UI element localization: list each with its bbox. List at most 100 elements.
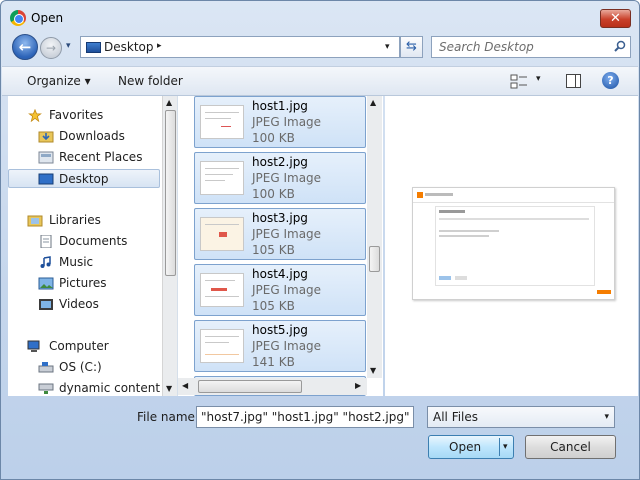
file-tile[interactable]: host1.jpg JPEG Image 100 KB	[194, 96, 366, 148]
libraries-icon	[27, 215, 43, 227]
close-button[interactable]: ✕	[600, 9, 631, 28]
search-input[interactable]: Search Desktop	[439, 40, 534, 54]
file-type: JPEG Image	[252, 227, 322, 241]
file-type: JPEG Image	[252, 115, 322, 129]
network-drive-icon	[38, 383, 54, 394]
file-name: host4.jpg	[252, 267, 308, 281]
forward-button[interactable]: →	[40, 37, 62, 59]
scroll-up-icon[interactable]: ▲	[166, 98, 172, 107]
sidebar-label: Favorites	[49, 108, 104, 122]
search-box[interactable]: Search Desktop	[431, 36, 631, 58]
back-button[interactable]: ←	[12, 34, 38, 60]
view-dropdown-icon[interactable]: ▾	[536, 74, 541, 84]
new-folder-button[interactable]: New folder	[118, 74, 183, 88]
navigation-pane: Favorites Downloads Recent Places Deskto…	[8, 96, 178, 396]
file-type: JPEG Image	[252, 283, 322, 297]
window-title: Open	[31, 11, 64, 25]
address-location[interactable]: Desktop	[104, 40, 154, 54]
breadcrumb-arrow-icon[interactable]: ▸	[157, 41, 162, 51]
file-thumbnail	[200, 273, 244, 307]
file-name: host3.jpg	[252, 211, 308, 225]
file-name-label: File name:	[137, 410, 199, 424]
drive-icon	[38, 362, 54, 373]
scroll-up-icon[interactable]: ▲	[370, 98, 376, 107]
sidebar-item-network-drive[interactable]: dynamic content (\	[8, 379, 173, 398]
open-options-dropdown-icon[interactable]: ▾	[503, 436, 508, 458]
sidebar-item-pictures[interactable]: Pictures	[8, 274, 160, 293]
navigation-scrollbar[interactable]: ▲ ▼	[162, 96, 177, 396]
open-button-label: Open	[449, 440, 482, 454]
desktop-icon	[86, 42, 101, 53]
sidebar-item-music[interactable]: Music	[8, 253, 160, 272]
recent-places-icon	[38, 151, 54, 164]
file-thumbnail	[200, 217, 244, 251]
star-icon	[28, 109, 42, 122]
videos-icon	[39, 299, 53, 310]
file-size: 100 KB	[252, 187, 295, 201]
scroll-thumb[interactable]	[165, 110, 176, 276]
command-bar: Organize ▾ New folder ▾ ?	[2, 66, 638, 96]
file-name-input[interactable]: "host7.jpg" "host1.jpg" "host2.jpg" "h	[196, 406, 414, 428]
file-name: host1.jpg	[252, 99, 308, 113]
chevron-down-icon[interactable]: ▾	[604, 407, 609, 427]
file-list: host1.jpg JPEG Image 100 KB host2.jpg JP…	[178, 96, 383, 396]
pictures-icon	[38, 277, 54, 290]
cancel-button[interactable]: Cancel	[525, 435, 616, 459]
address-dropdown-icon[interactable]: ▾	[385, 42, 390, 52]
scroll-right-icon[interactable]: ▶	[355, 381, 361, 390]
horizontal-scrollbar[interactable]: ◀ ▶	[178, 378, 367, 395]
organize-button[interactable]: Organize ▾	[27, 74, 91, 88]
scroll-thumb[interactable]	[198, 380, 302, 393]
file-tile[interactable]: host2.jpg JPEG Image 100 KB	[194, 152, 366, 204]
sidebar-item-videos[interactable]: Videos	[8, 295, 160, 314]
sidebar-item-recent-places[interactable]: Recent Places	[8, 148, 160, 167]
file-type-filter-value: All Files	[433, 410, 479, 424]
desktop-icon	[38, 173, 54, 185]
change-view-icon[interactable]	[510, 73, 528, 90]
file-thumbnail	[200, 105, 244, 139]
refresh-button[interactable]: ⇆	[400, 36, 423, 58]
file-size: 100 KB	[252, 131, 295, 145]
title-bar: Open ✕	[1, 1, 639, 35]
search-icon[interactable]	[614, 40, 626, 52]
file-thumbnail	[200, 161, 244, 195]
sidebar-item-documents[interactable]: Documents	[8, 232, 160, 251]
file-tile[interactable]: host4.jpg JPEG Image 105 KB	[194, 264, 366, 316]
downloads-folder-icon	[38, 131, 54, 143]
preview-pane-icon[interactable]	[566, 74, 581, 88]
sidebar-label: dynamic content (\	[59, 381, 173, 395]
file-size: 105 KB	[252, 299, 295, 313]
sidebar-label: Pictures	[59, 276, 107, 290]
file-list-scrollbar[interactable]: ▲ ▼	[367, 96, 382, 378]
sidebar-item-downloads[interactable]: Downloads	[8, 127, 160, 146]
help-button[interactable]: ?	[602, 72, 619, 89]
scroll-down-icon[interactable]: ▼	[166, 384, 172, 393]
recent-locations-dropdown[interactable]: ▾	[66, 41, 71, 51]
file-type-filter[interactable]: All Files ▾	[427, 406, 615, 428]
music-icon	[40, 256, 51, 268]
scroll-thumb[interactable]	[369, 246, 380, 272]
file-tile[interactable]: host3.jpg JPEG Image 105 KB	[194, 208, 366, 260]
computer-icon	[27, 340, 40, 352]
file-thumbnail	[200, 329, 244, 363]
navigation-bar: ← → ▾ Desktop ▸ ▾ ⇆ Search Desktop	[1, 34, 639, 61]
preview-image	[412, 187, 615, 300]
sidebar-label: Desktop	[59, 172, 109, 186]
sidebar-item-os-drive[interactable]: OS (C:)	[8, 358, 160, 377]
split-divider	[499, 438, 500, 456]
sidebar-label: Documents	[59, 234, 128, 248]
scroll-down-icon[interactable]: ▼	[370, 366, 376, 375]
address-bar[interactable]: Desktop ▸ ▾	[80, 36, 400, 58]
sidebar-item-libraries[interactable]: Libraries	[8, 211, 160, 230]
open-button[interactable]: Open ▾	[428, 435, 514, 459]
sidebar-item-favorites[interactable]: Favorites	[8, 106, 160, 125]
file-name: host5.jpg	[252, 323, 308, 337]
sidebar-item-computer[interactable]: Computer	[8, 337, 160, 356]
sidebar-item-desktop[interactable]: Desktop	[8, 169, 160, 188]
sidebar-label: Computer	[49, 339, 109, 353]
file-size: 105 KB	[252, 243, 295, 257]
preview-pane	[385, 96, 638, 396]
file-tile[interactable]: host5.jpg JPEG Image 141 KB	[194, 320, 366, 372]
scroll-left-icon[interactable]: ◀	[182, 381, 188, 390]
sidebar-label: Music	[59, 255, 94, 269]
